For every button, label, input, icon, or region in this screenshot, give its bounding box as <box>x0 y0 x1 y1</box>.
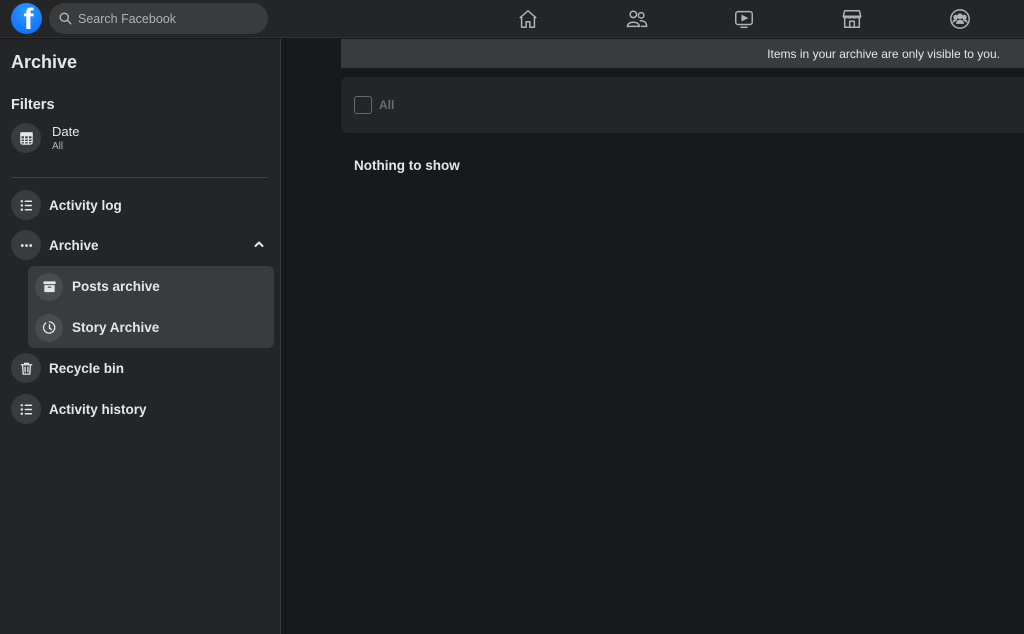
friends-icon <box>626 10 648 28</box>
top-navigation-bar: f <box>0 0 1024 38</box>
trash-icon <box>11 353 41 383</box>
sidebar-item-posts-archive[interactable]: Posts archive <box>28 266 274 307</box>
sidebar-item-activity-log[interactable]: Activity log <box>11 190 269 220</box>
privacy-banner: Items in your archive are only visible t… <box>341 39 1024 68</box>
divider <box>11 177 268 178</box>
sidebar-item-archive[interactable]: Archive <box>11 230 269 260</box>
watch-icon <box>735 10 753 28</box>
page-title: Archive <box>11 52 78 72</box>
search-box[interactable] <box>49 3 268 34</box>
selection-bar: All <box>341 77 1024 133</box>
list-icon <box>11 394 41 424</box>
search-input[interactable] <box>78 11 258 26</box>
archive-box-icon <box>35 272 63 301</box>
nav-watch[interactable] <box>729 4 759 34</box>
home-icon <box>519 10 537 28</box>
marketplace-icon <box>842 10 862 28</box>
nav-friends[interactable] <box>622 4 652 34</box>
nav-groups[interactable] <box>945 4 975 34</box>
select-all-checkbox[interactable] <box>354 96 372 114</box>
sidebar-item-activity-history[interactable]: Activity history <box>11 394 269 424</box>
date-filter-value: All <box>52 141 64 152</box>
nav-marketplace[interactable] <box>837 4 867 34</box>
nav-home[interactable] <box>513 4 543 34</box>
sidebar-item-recycle-bin[interactable]: Recycle bin <box>11 353 269 383</box>
empty-state-message: Nothing to show <box>354 158 460 173</box>
clock-icon <box>35 313 63 342</box>
filters-heading: Filters <box>11 97 55 113</box>
date-filter[interactable]: Date All <box>11 123 79 153</box>
chevron-up-icon[interactable] <box>253 238 265 250</box>
date-filter-label: Date <box>52 124 80 139</box>
facebook-logo[interactable]: f <box>11 3 42 34</box>
privacy-notice: Items in your archive are only visible t… <box>767 47 1000 61</box>
calendar-icon <box>11 123 41 153</box>
sidebar: Archive Filters Date All Activity log Ar… <box>0 39 281 634</box>
list-icon <box>11 190 41 220</box>
groups-icon <box>950 9 970 29</box>
sidebar-item-story-archive[interactable]: Story Archive <box>28 307 274 348</box>
more-icon <box>11 230 41 260</box>
search-icon <box>59 12 72 25</box>
select-all-label: All <box>379 98 395 112</box>
